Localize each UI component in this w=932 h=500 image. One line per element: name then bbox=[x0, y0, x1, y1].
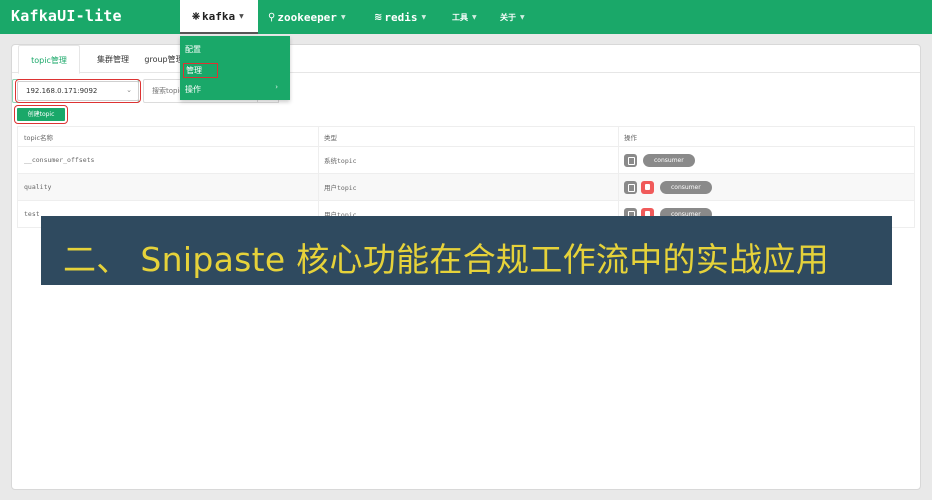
topic-name: __consumer_offsets bbox=[24, 156, 95, 164]
topic-name: quality bbox=[24, 183, 52, 191]
tab-topic-manage[interactable]: topic管理 bbox=[18, 45, 80, 74]
edit-icon[interactable] bbox=[624, 180, 637, 194]
chevron-right-icon: › bbox=[275, 83, 278, 91]
kafka-dropdown-menu: 配置 管理 操作 › bbox=[180, 36, 290, 100]
top-nav-bar: KafkaUI-lite ⎈ kafka ▼ ⚲ zookeeper ▼ ≋ r… bbox=[0, 0, 932, 34]
edit-icon[interactable] bbox=[624, 153, 637, 167]
chevron-down-icon: ▼ bbox=[520, 13, 525, 21]
topic-table: topic名称 类型 操作 __consumer_offsets 系统topic… bbox=[17, 126, 915, 228]
topic-actions: consumer bbox=[618, 174, 914, 200]
consumer-button[interactable]: consumer bbox=[643, 153, 695, 167]
chevron-down-icon: ▼ bbox=[239, 12, 244, 20]
topic-type: 系统topic bbox=[318, 147, 613, 173]
redis-icon: ≋ bbox=[374, 11, 383, 23]
nav-redis[interactable]: ≋ redis ▼ bbox=[374, 0, 426, 34]
nav-tools-label: 工具 bbox=[452, 12, 468, 22]
tab-bar: topic管理 集群管理 group管理 bbox=[12, 45, 920, 74]
table-row: __consumer_offsets 系统topic consumer bbox=[17, 147, 915, 174]
menu-item-manage[interactable]: 管理 bbox=[183, 63, 218, 78]
overlay-banner-text: 二、 Snipaste 核心功能在合规工作流中的实战应用 bbox=[63, 240, 830, 279]
app-title[interactable]: KafkaUI-lite bbox=[11, 7, 122, 25]
nav-zookeeper[interactable]: ⚲ zookeeper ▼ bbox=[268, 0, 346, 34]
table-row: quality 用户topic consumer bbox=[17, 174, 915, 201]
overlay-banner: 二、 Snipaste 核心功能在合规工作流中的实战应用 bbox=[41, 216, 892, 285]
kafka-icon: ⎈ bbox=[192, 10, 200, 22]
nav-kafka[interactable]: ⎈ kafka ▼ bbox=[180, 0, 258, 34]
menu-item-config[interactable]: 配置 bbox=[185, 44, 201, 55]
nav-about[interactable]: 关于 ▼ bbox=[500, 0, 525, 34]
chevron-down-icon: ⌄ bbox=[126, 86, 132, 94]
nav-zookeeper-label: zookeeper bbox=[277, 10, 337, 24]
server-select[interactable]: 192.168.0.171:9092 ⌄ bbox=[15, 79, 141, 103]
nav-redis-label: redis bbox=[384, 10, 418, 24]
menu-item-operations[interactable]: 操作 bbox=[185, 84, 201, 95]
tab-cluster-manage[interactable]: 集群管理 bbox=[88, 45, 138, 73]
consumer-button[interactable]: consumer bbox=[660, 180, 712, 194]
chevron-down-icon: ▼ bbox=[421, 13, 427, 21]
server-select-value: 192.168.0.171:9092 bbox=[26, 87, 98, 95]
nav-kafka-label: kafka bbox=[202, 9, 236, 23]
table-header-row: topic名称 类型 操作 bbox=[17, 126, 915, 147]
chevron-down-icon: ▼ bbox=[472, 13, 477, 21]
nav-about-label: 关于 bbox=[500, 12, 516, 22]
header-type: 类型 bbox=[318, 127, 613, 146]
zookeeper-icon: ⚲ bbox=[268, 11, 276, 23]
nav-tools[interactable]: 工具 ▼ bbox=[452, 0, 477, 34]
delete-icon[interactable] bbox=[641, 180, 654, 194]
topic-actions: consumer bbox=[618, 147, 914, 173]
header-actions: 操作 bbox=[618, 127, 914, 146]
chevron-down-icon: ▼ bbox=[340, 13, 346, 21]
create-topic-button[interactable]: 创建topic bbox=[14, 105, 68, 124]
header-topic-name: topic名称 bbox=[24, 133, 54, 142]
topic-type: 用户topic bbox=[318, 174, 613, 200]
